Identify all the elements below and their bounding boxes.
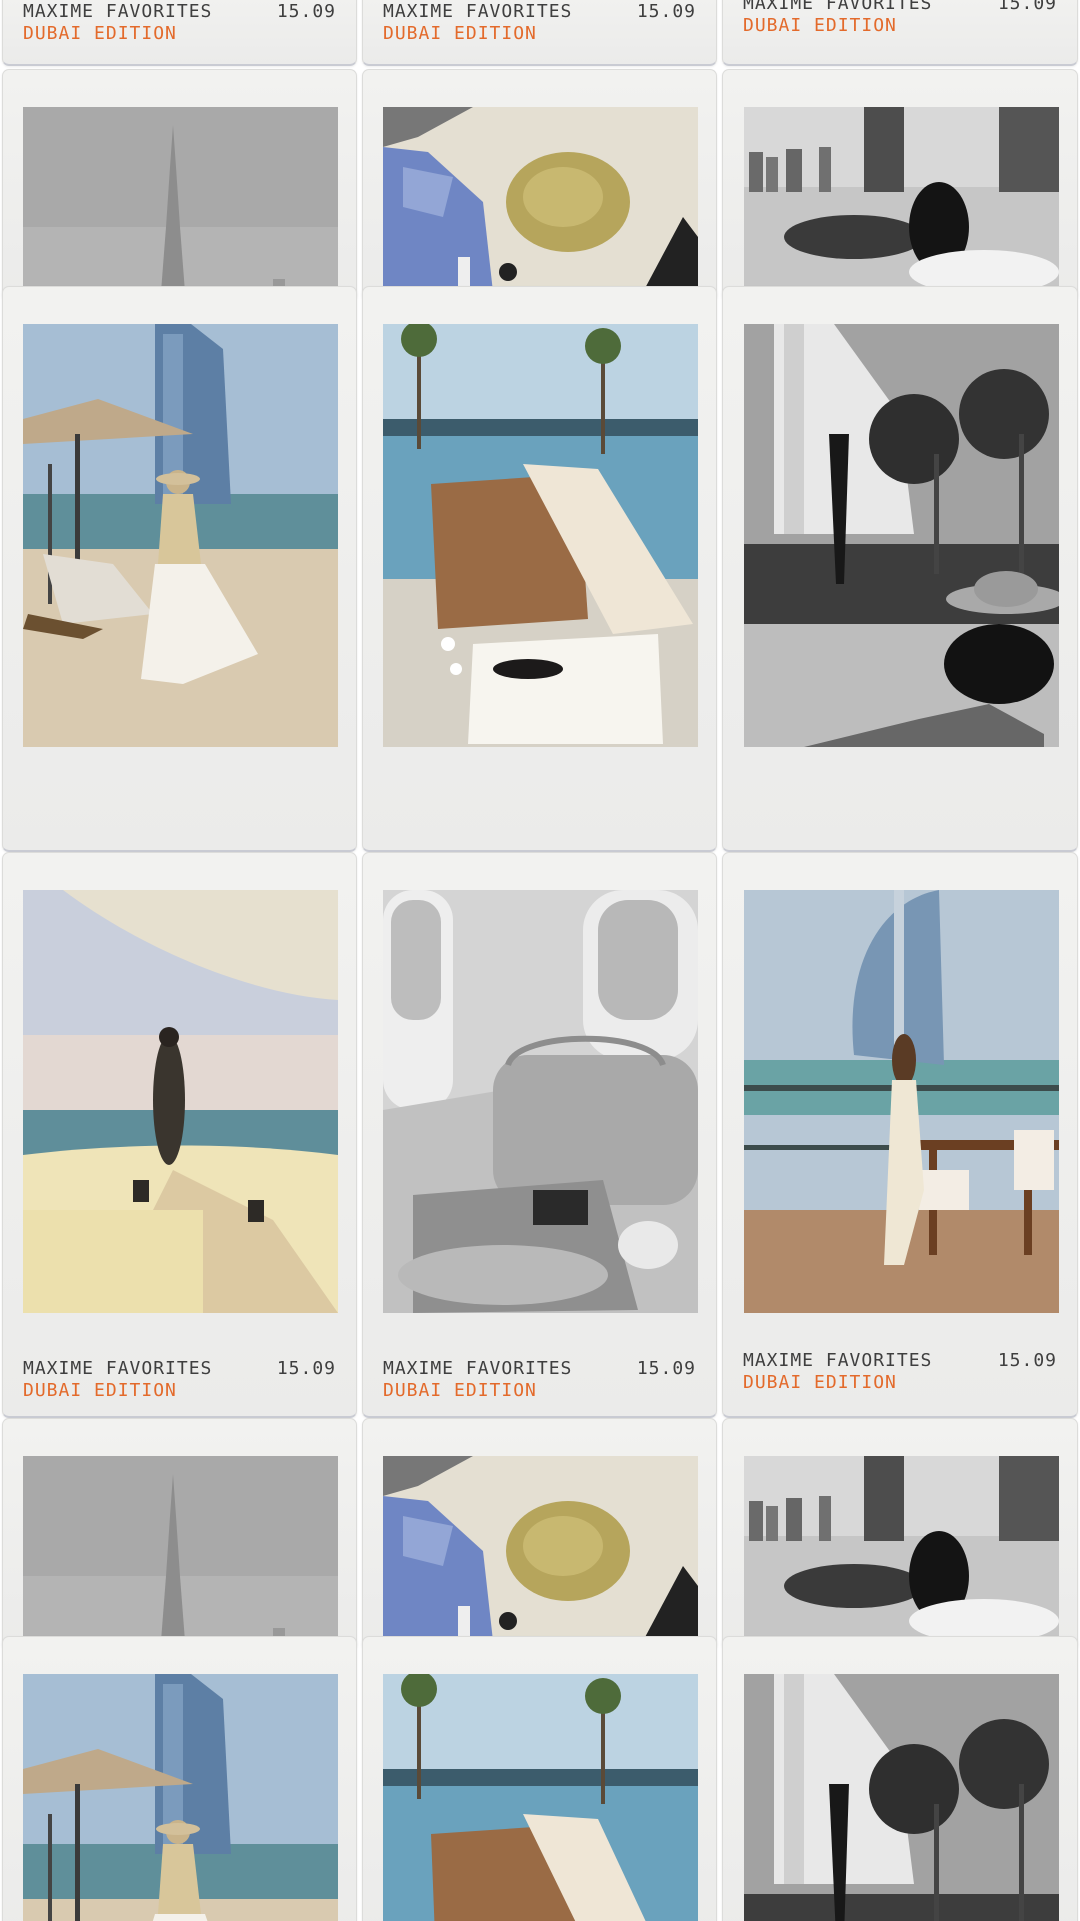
card-caption: MAXIME FAVORITES 15.09 DUBAI EDITION <box>23 1358 336 1401</box>
polaroid-card[interactable]: MAXIME FAVORITES 15.09 DUBAI EDITION <box>2 0 357 66</box>
polaroid-card[interactable]: MAXIME FAVORITES 15.09 DUBAI EDITION <box>362 852 717 1418</box>
card-caption: MAXIME FAVORITES 15.09 DUBAI EDITION <box>743 0 1057 36</box>
caption-edition: DUBAI EDITION <box>743 14 897 36</box>
caption-title: MAXIME FAVORITES <box>23 1358 213 1379</box>
caption-date: 15.09 <box>636 1358 696 1379</box>
caption-edition: DUBAI EDITION <box>743 1371 897 1393</box>
caption-edition: DUBAI EDITION <box>23 1379 177 1401</box>
burj-khalifa-photo[interactable] <box>23 107 338 292</box>
polaroid-card[interactable] <box>2 1636 357 1921</box>
card-caption: MAXIME FAVORITES 15.09 DUBAI EDITION <box>23 1 336 44</box>
caption-date: 15.09 <box>276 1 336 22</box>
beach-umbrella-photo[interactable] <box>23 1674 338 1921</box>
straw-bag-photo[interactable] <box>383 107 698 292</box>
polaroid-card[interactable] <box>362 286 717 852</box>
card-caption: MAXIME FAVORITES 15.09 DUBAI EDITION <box>383 1358 696 1401</box>
beach-umbrella-photo[interactable] <box>23 324 338 747</box>
polaroid-card[interactable] <box>722 286 1078 852</box>
polaroid-card[interactable] <box>362 69 717 302</box>
caption-edition: DUBAI EDITION <box>383 1379 537 1401</box>
polaroid-card[interactable]: MAXIME FAVORITES 15.09 DUBAI EDITION <box>722 0 1078 66</box>
polaroid-card[interactable]: MAXIME FAVORITES 15.09 DUBAI EDITION <box>2 852 357 1418</box>
skyline-woman-photo[interactable] <box>744 1456 1059 1641</box>
palms-hat-photo[interactable] <box>744 324 1059 747</box>
caption-date: 15.09 <box>997 0 1057 14</box>
straw-bag-photo[interactable] <box>383 1456 698 1641</box>
polaroid-card[interactable] <box>722 1418 1078 1651</box>
caption-title: MAXIME FAVORITES <box>743 0 933 14</box>
caption-title: MAXIME FAVORITES <box>383 1358 573 1379</box>
caption-title: MAXIME FAVORITES <box>743 1350 933 1371</box>
caption-title: MAXIME FAVORITES <box>383 1 573 22</box>
pool-bag-photo[interactable] <box>383 324 698 747</box>
skyline-woman-photo[interactable] <box>744 107 1059 292</box>
polaroid-card[interactable] <box>722 1636 1078 1921</box>
caption-title: MAXIME FAVORITES <box>23 1 213 22</box>
polaroid-card[interactable] <box>362 1418 717 1651</box>
caption-edition: DUBAI EDITION <box>383 22 537 44</box>
card-caption: MAXIME FAVORITES 15.09 DUBAI EDITION <box>743 1350 1057 1393</box>
burj-khalifa-photo[interactable] <box>23 1456 338 1641</box>
palms-hat-photo[interactable] <box>744 1674 1059 1921</box>
polaroid-card[interactable] <box>722 69 1078 302</box>
polaroid-card[interactable] <box>2 1418 357 1651</box>
caption-date: 15.09 <box>636 1 696 22</box>
polaroid-card[interactable] <box>2 286 357 852</box>
burj-terrace-photo[interactable] <box>744 890 1059 1313</box>
caption-edition: DUBAI EDITION <box>23 22 177 44</box>
card-caption: MAXIME FAVORITES 15.09 DUBAI EDITION <box>383 1 696 44</box>
caption-date: 15.09 <box>276 1358 336 1379</box>
polaroid-card[interactable]: MAXIME FAVORITES 15.09 DUBAI EDITION <box>722 852 1078 1418</box>
polaroid-grid: MAXIME FAVORITES 15.09 DUBAI EDITION MAXI… <box>0 0 1080 1921</box>
terrace-woman-photo[interactable] <box>23 890 338 1313</box>
polaroid-card[interactable]: MAXIME FAVORITES 15.09 DUBAI EDITION <box>362 0 717 66</box>
plane-bag-photo[interactable] <box>383 890 698 1313</box>
pool-bag-photo[interactable] <box>383 1674 698 1921</box>
polaroid-card[interactable] <box>362 1636 717 1921</box>
caption-date: 15.09 <box>997 1350 1057 1371</box>
polaroid-card[interactable] <box>2 69 357 302</box>
